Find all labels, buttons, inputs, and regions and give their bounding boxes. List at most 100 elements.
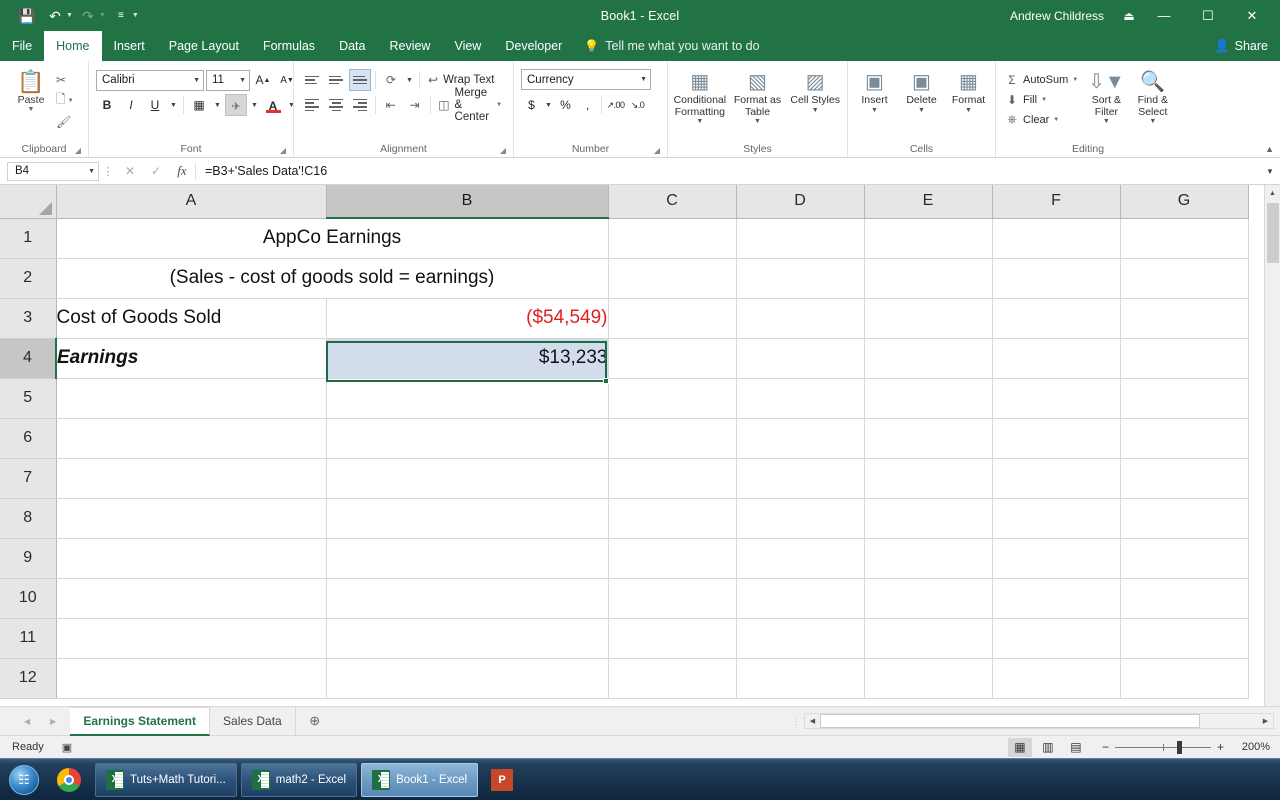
copy-dropdown-icon[interactable]: ▼ xyxy=(68,98,74,104)
column-header-f[interactable]: F xyxy=(992,185,1120,218)
orientation-button[interactable]: ⟳ xyxy=(380,69,402,91)
cell-g11[interactable] xyxy=(1120,618,1248,658)
tab-split-grip[interactable]: ⋮ xyxy=(788,716,804,727)
zoom-thumb[interactable] xyxy=(1177,741,1182,754)
cell-d3[interactable] xyxy=(736,298,864,338)
underline-button[interactable]: U xyxy=(144,94,166,116)
tell-me-search[interactable]: 💡 Tell me what you want to do xyxy=(574,31,769,61)
cell-a4[interactable]: Earnings xyxy=(56,338,326,378)
column-header-b[interactable]: B xyxy=(326,185,608,218)
cell-f10[interactable] xyxy=(992,578,1120,618)
underline-dropdown-icon[interactable]: ▼ xyxy=(168,94,179,116)
cell-b5[interactable] xyxy=(326,378,608,418)
cell-d2[interactable] xyxy=(736,258,864,298)
collapse-ribbon-icon[interactable]: ▲ xyxy=(1265,144,1274,154)
conditional-formatting-button[interactable]: ▦ Conditional Formatting ▼ xyxy=(672,67,728,126)
insert-cells-dropdown-icon[interactable]: ▼ xyxy=(871,107,878,115)
increase-decimal-button[interactable]: ↗.00 xyxy=(605,94,626,116)
cell-f8[interactable] xyxy=(992,498,1120,538)
column-header-e[interactable]: E xyxy=(864,185,992,218)
cell-e11[interactable] xyxy=(864,618,992,658)
format-painter-button[interactable]: 🖌 xyxy=(54,112,76,131)
font-name-dropdown-icon[interactable]: ▼ xyxy=(189,77,200,84)
column-header-c[interactable]: C xyxy=(608,185,736,218)
cell-g5[interactable] xyxy=(1120,378,1248,418)
column-header-a[interactable]: A xyxy=(56,185,326,218)
tab-data[interactable]: Data xyxy=(327,31,377,61)
row-header-3[interactable]: 3 xyxy=(0,298,56,338)
comma-format-button[interactable]: , xyxy=(577,94,598,116)
fill-handle[interactable] xyxy=(603,378,609,384)
ribbon-display-options-icon[interactable]: ⏏ xyxy=(1116,4,1142,28)
cell-c5[interactable] xyxy=(608,378,736,418)
fill-button[interactable]: ⬇ Fill ▼ xyxy=(1002,90,1081,109)
cell-a8[interactable] xyxy=(56,498,326,538)
font-color-button[interactable]: A xyxy=(262,94,284,116)
cell-a6[interactable] xyxy=(56,418,326,458)
row-header-12[interactable]: 12 xyxy=(0,658,56,698)
fill-color-button[interactable]: ✈ xyxy=(225,94,247,116)
accounting-format-dropdown-icon[interactable]: ▼ xyxy=(543,94,554,116)
cell-d8[interactable] xyxy=(736,498,864,538)
undo-dropdown-icon[interactable]: ▼ xyxy=(66,12,73,19)
cell-a1[interactable]: AppCo Earnings xyxy=(56,218,608,258)
clear-dropdown-icon[interactable]: ▼ xyxy=(1053,117,1059,123)
accounting-format-button[interactable]: $ xyxy=(521,94,542,116)
zoom-slider[interactable]: − + xyxy=(1102,740,1224,754)
row-header-1[interactable]: 1 xyxy=(0,218,56,258)
row-header-11[interactable]: 11 xyxy=(0,618,56,658)
page-break-preview-button[interactable]: ▤ xyxy=(1064,738,1088,757)
font-name-input[interactable]: Calibri ▼ xyxy=(96,70,204,91)
cell-f6[interactable] xyxy=(992,418,1120,458)
zoom-level[interactable]: 200% xyxy=(1228,741,1270,753)
horizontal-scroll-thumb[interactable] xyxy=(820,714,1200,728)
cell-b3[interactable]: ($54,549) xyxy=(326,298,608,338)
align-middle-button[interactable] xyxy=(325,69,347,91)
sheet-tab-earnings-statement[interactable]: Earnings Statement xyxy=(70,707,210,736)
find-select-dropdown-icon[interactable]: ▼ xyxy=(1149,118,1156,126)
align-center-button[interactable] xyxy=(325,94,347,116)
cut-button[interactable]: ✂ xyxy=(54,70,76,89)
cell-c3[interactable] xyxy=(608,298,736,338)
normal-view-button[interactable]: ▦ xyxy=(1008,738,1032,757)
cell-c11[interactable] xyxy=(608,618,736,658)
borders-button[interactable]: ▦ xyxy=(188,94,210,116)
powerpoint-taskbar-button[interactable]: P xyxy=(481,761,523,799)
font-dialog-launcher-icon[interactable]: ◢ xyxy=(280,146,286,155)
cell-e10[interactable] xyxy=(864,578,992,618)
scroll-left-icon[interactable]: ◀ xyxy=(805,714,820,728)
increase-indent-button[interactable]: ⇥ xyxy=(404,94,426,116)
cell-g12[interactable] xyxy=(1120,658,1248,698)
cell-f5[interactable] xyxy=(992,378,1120,418)
cell-d12[interactable] xyxy=(736,658,864,698)
scroll-right-icon[interactable]: ▶ xyxy=(1258,714,1273,728)
horizontal-scrollbar[interactable]: ◀ ▶ xyxy=(804,713,1274,729)
cell-d1[interactable] xyxy=(736,218,864,258)
alignment-dialog-launcher-icon[interactable]: ◢ xyxy=(500,146,506,155)
page-layout-view-button[interactable]: ▥ xyxy=(1036,738,1060,757)
cell-f1[interactable] xyxy=(992,218,1120,258)
cell-e4[interactable] xyxy=(864,338,992,378)
cell-e12[interactable] xyxy=(864,658,992,698)
cell-d6[interactable] xyxy=(736,418,864,458)
bold-button[interactable]: B xyxy=(96,94,118,116)
cell-a7[interactable] xyxy=(56,458,326,498)
cell-b6[interactable] xyxy=(326,418,608,458)
decrease-indent-button[interactable]: ⇤ xyxy=(380,94,402,116)
fill-dropdown-icon[interactable]: ▼ xyxy=(1041,97,1047,103)
new-sheet-icon[interactable]: ⊕ xyxy=(296,713,334,729)
row-header-6[interactable]: 6 xyxy=(0,418,56,458)
increase-font-size-button[interactable]: A▲ xyxy=(252,69,274,91)
row-header-4[interactable]: 4 xyxy=(0,338,56,378)
cell-a5[interactable] xyxy=(56,378,326,418)
vertical-scrollbar[interactable]: ▲ xyxy=(1264,185,1280,706)
cell-e2[interactable] xyxy=(864,258,992,298)
name-box[interactable]: B4 ▼ xyxy=(7,162,99,181)
cell-c8[interactable] xyxy=(608,498,736,538)
select-all-corner[interactable] xyxy=(0,185,56,218)
align-top-button[interactable] xyxy=(301,69,323,91)
tab-insert[interactable]: Insert xyxy=(102,31,157,61)
sort-filter-button[interactable]: ⇩▼ Sort & Filter ▼ xyxy=(1083,67,1129,126)
cell-g9[interactable] xyxy=(1120,538,1248,578)
cell-g10[interactable] xyxy=(1120,578,1248,618)
